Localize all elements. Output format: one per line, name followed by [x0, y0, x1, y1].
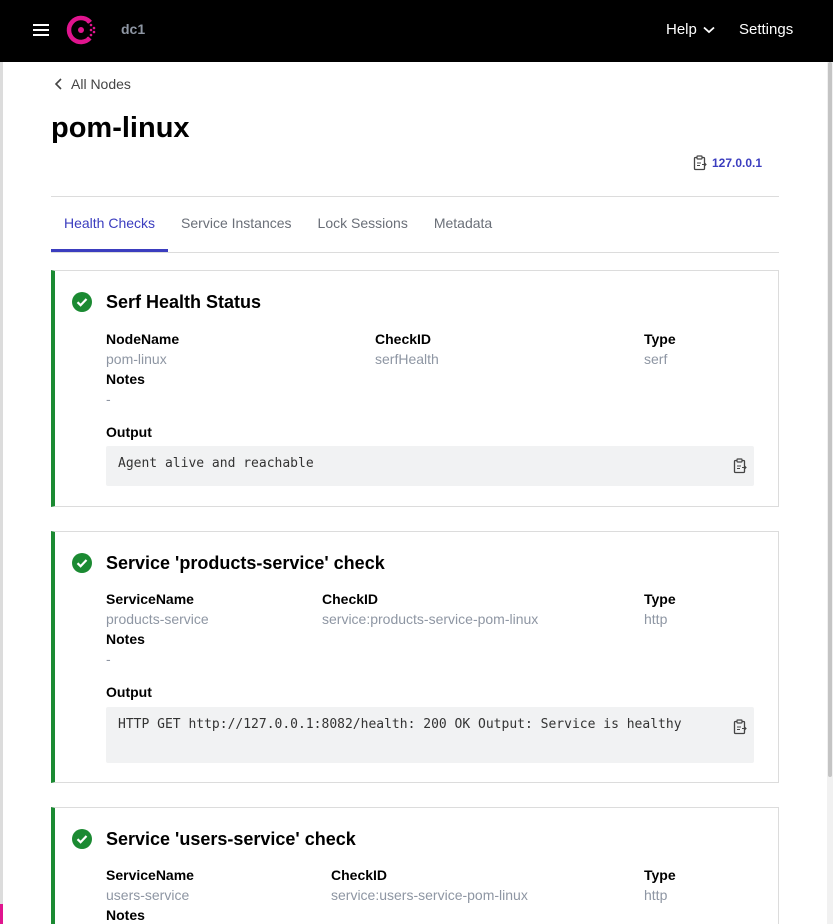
window-left-accent	[0, 904, 3, 924]
field-label: CheckID	[331, 867, 388, 883]
help-label: Help	[666, 21, 697, 38]
check-title: Service 'users-service' check	[106, 829, 356, 849]
output-label: Output	[106, 684, 152, 700]
menu-icon[interactable]	[33, 24, 49, 36]
tab-service-instances[interactable]: Service Instances	[168, 197, 305, 252]
field-label: NodeName	[106, 331, 180, 347]
output-box: HTTP GET http://127.0.0.1:8082/health: 2…	[106, 707, 754, 763]
field-label: Notes	[106, 907, 145, 923]
notes-field: Notes	[106, 905, 145, 924]
field-value: service:users-service-pom-linux	[331, 887, 528, 903]
service-name-field: ServiceName users-service	[106, 865, 194, 905]
clipboard-icon[interactable]	[732, 719, 748, 735]
breadcrumb-all-nodes[interactable]: All Nodes	[71, 76, 131, 92]
check-id-field: CheckID service:users-service-pom-linux	[331, 865, 528, 905]
field-value: http	[644, 887, 668, 903]
copy-address-button[interactable]: 127.0.0.1	[692, 155, 762, 171]
node-address: 127.0.0.1	[712, 156, 763, 170]
scrollbar-thumb[interactable]	[828, 62, 832, 777]
field-value: serfHealth	[375, 351, 439, 367]
field-label: CheckID	[375, 331, 432, 347]
field-label: CheckID	[322, 591, 379, 607]
field-value: -	[106, 651, 111, 667]
health-check-card: Service 'products-service' check Service…	[51, 531, 779, 783]
field-value: service:products-service-pom-linux	[322, 611, 539, 627]
page-scrollbar[interactable]	[827, 62, 833, 924]
output-label: Output	[106, 424, 152, 440]
settings-link[interactable]: Settings	[739, 21, 793, 38]
field-value: -	[106, 391, 111, 407]
consul-logo[interactable]	[66, 14, 98, 46]
top-navigation-bar: dc1 Help Settings	[0, 0, 833, 62]
field-value: http	[644, 611, 668, 627]
chevron-left-icon	[54, 78, 62, 90]
field-label: Type	[644, 867, 676, 883]
field-value: pom-linux	[106, 351, 167, 367]
check-id-field: CheckID serfHealth	[375, 329, 439, 369]
clipboard-icon[interactable]	[732, 458, 748, 474]
clipboard-icon	[693, 155, 707, 171]
check-id-field: CheckID service:products-service-pom-lin…	[322, 589, 538, 629]
help-menu-button[interactable]: Help	[666, 21, 715, 38]
field-label: Type	[644, 331, 676, 347]
type-field: Type http	[644, 589, 676, 629]
field-value: users-service	[106, 887, 190, 903]
field-label: Type	[644, 591, 676, 607]
check-circle-icon	[72, 829, 92, 849]
field-value: serf	[644, 351, 668, 367]
window-left-edge	[0, 0, 3, 924]
check-circle-icon	[72, 292, 92, 312]
field-label: ServiceName	[106, 591, 194, 607]
datacenter-selector[interactable]: dc1	[121, 21, 145, 37]
output-box: Agent alive and reachable	[106, 446, 754, 486]
tab-metadata[interactable]: Metadata	[421, 197, 505, 252]
check-title: Serf Health Status	[106, 292, 262, 312]
type-field: Type http	[644, 865, 676, 905]
field-value: products-service	[106, 611, 209, 627]
chevron-down-icon	[703, 26, 715, 33]
notes-field: Notes -	[106, 629, 145, 669]
field-label: ServiceName	[106, 867, 194, 883]
output-text: HTTP GET http://127.0.0.1:8082/health: 2…	[118, 717, 682, 732]
health-check-card: Serf Health Status NodeName pom-linux Ch…	[51, 270, 779, 507]
breadcrumb[interactable]: All Nodes	[54, 76, 131, 92]
node-name-field: NodeName pom-linux	[106, 329, 179, 369]
field-label: Notes	[106, 631, 145, 647]
node-tabs: Health Checks Service Instances Lock Ses…	[51, 197, 779, 253]
tab-health-checks[interactable]: Health Checks	[51, 197, 169, 252]
check-circle-icon	[72, 553, 92, 573]
output-text: Agent alive and reachable	[118, 456, 314, 471]
tab-lock-sessions[interactable]: Lock Sessions	[305, 197, 421, 252]
service-name-field: ServiceName products-service	[106, 589, 209, 629]
field-label: Notes	[106, 371, 145, 387]
health-check-card: Service 'users-service' check ServiceNam…	[51, 807, 779, 924]
type-field: Type serf	[644, 329, 676, 369]
notes-field: Notes -	[106, 369, 145, 409]
check-title: Service 'products-service' check	[106, 553, 385, 573]
page-title: pom-linux	[51, 112, 190, 144]
